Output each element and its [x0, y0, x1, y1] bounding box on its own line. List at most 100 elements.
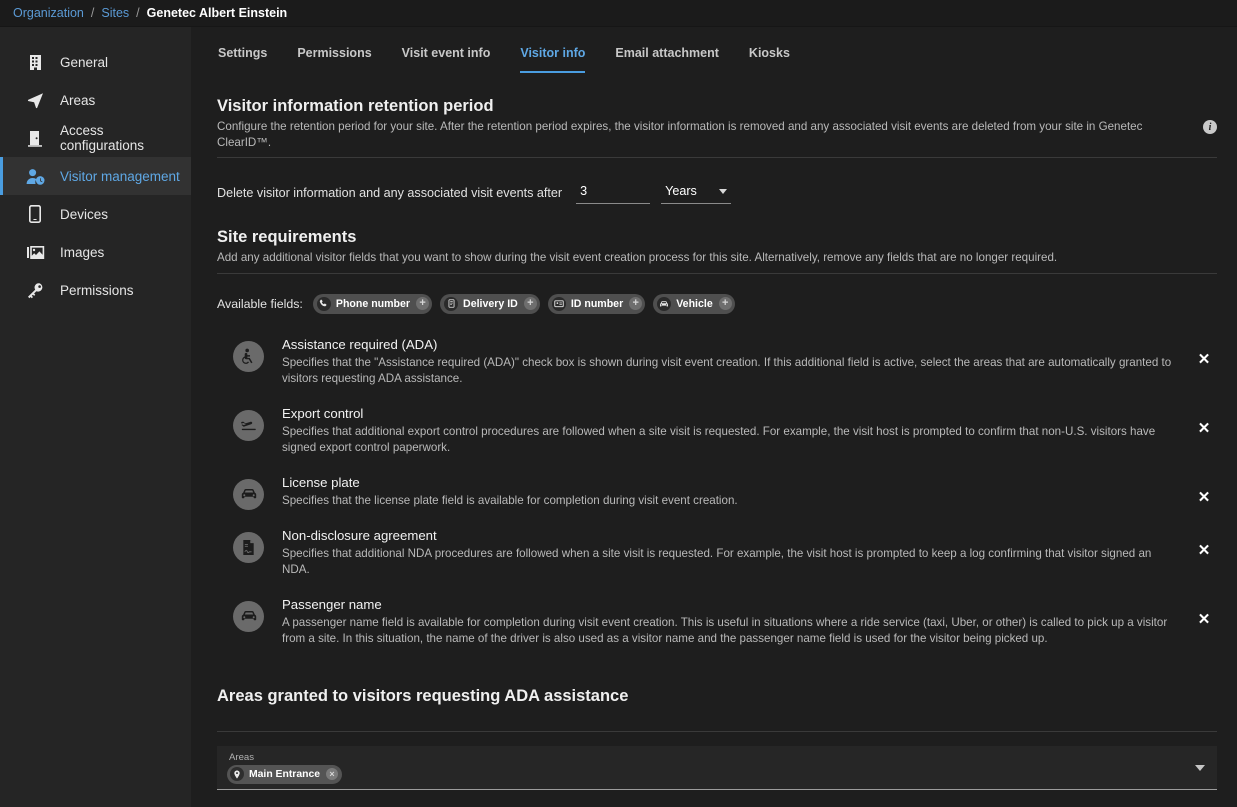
area-chip-label: Main Entrance [249, 769, 320, 780]
retention-value-input[interactable]: 3 [576, 181, 650, 204]
chip-label: Vehicle [676, 298, 713, 310]
person-clock-icon [24, 166, 46, 186]
breadcrumb-separator: / [91, 6, 94, 20]
requirement-title: License plate [282, 475, 1177, 490]
areas-granted-divider [217, 709, 1217, 733]
remove-requirement-button[interactable]: ✕ [1191, 541, 1217, 559]
requirement-description: Specifies that additional export control… [282, 424, 1177, 457]
sidebar-item-devices[interactable]: Devices [0, 195, 191, 233]
settings-content: Visitor information retention period Con… [191, 97, 1237, 790]
site-requirements-list: Assistance required (ADA) Specifies that… [217, 328, 1217, 657]
retention-description-text: Configure the retention period for your … [217, 119, 1193, 150]
breadcrumb-link-organization[interactable]: Organization [13, 6, 84, 20]
available-field-chip-delivery-id[interactable]: Delivery ID + [440, 294, 540, 314]
wheelchair-icon [233, 341, 264, 372]
retention-section-description: Configure the retention period for your … [217, 119, 1217, 158]
requirement-title: Non-disclosure agreement [282, 528, 1177, 543]
available-field-chip-id-number[interactable]: ID number + [548, 294, 645, 314]
site-requirements-title: Site requirements [217, 228, 1217, 247]
sidebar-item-label: Access configurations [60, 123, 191, 153]
tab-kiosks[interactable]: Kiosks [749, 46, 790, 73]
breadcrumb-link-sites[interactable]: Sites [101, 6, 129, 20]
requirement-title: Export control [282, 406, 1177, 421]
chevron-down-icon [719, 189, 727, 194]
tab-visit-event-info[interactable]: Visit event info [402, 46, 491, 73]
requirement-row-license-plate: License plate Specifies that the license… [217, 466, 1217, 519]
remove-requirement-button[interactable]: ✕ [1191, 610, 1217, 628]
sidebar-item-label: General [60, 55, 108, 70]
navigation-arrow-icon [24, 90, 46, 110]
car-icon [233, 601, 264, 632]
id-card-icon [552, 297, 566, 311]
area-chip-main-entrance[interactable]: Main Entrance × [227, 765, 342, 784]
requirement-row-export-control: Export control Specifies that additional… [217, 397, 1217, 466]
sidebar-item-visitor-management[interactable]: Visitor management [0, 157, 191, 195]
retention-period-row: Delete visitor information and any assoc… [217, 181, 1217, 204]
requirement-row-assistance-required: Assistance required (ADA) Specifies that… [217, 328, 1217, 397]
info-icon[interactable]: i [1203, 120, 1217, 134]
remove-requirement-button[interactable]: ✕ [1191, 419, 1217, 437]
areas-select-field[interactable]: Areas Main Entrance × [217, 746, 1217, 790]
sidebar-item-areas[interactable]: Areas [0, 81, 191, 119]
mobile-device-icon [24, 204, 46, 224]
add-field-icon[interactable]: + [416, 297, 429, 310]
retention-unit-value: Years [665, 184, 697, 198]
remove-requirement-button[interactable]: ✕ [1191, 488, 1217, 506]
car-icon [233, 479, 264, 510]
breadcrumb-separator: / [136, 6, 139, 20]
photos-icon [24, 242, 46, 262]
remove-requirement-button[interactable]: ✕ [1191, 350, 1217, 368]
sidebar-item-images[interactable]: Images [0, 233, 191, 271]
sidebar: General Areas Access configurations Visi… [0, 27, 191, 807]
tab-visitor-info[interactable]: Visitor info [520, 46, 585, 73]
chip-label: Phone number [336, 298, 410, 310]
phone-icon [317, 297, 331, 311]
chip-label: ID number [571, 298, 623, 310]
chevron-down-icon[interactable] [1195, 765, 1205, 771]
areas-granted-title: Areas granted to visitors requesting ADA… [217, 687, 1217, 706]
sidebar-item-label: Devices [60, 207, 108, 222]
sidebar-item-access-configurations[interactable]: Access configurations [0, 119, 191, 157]
available-fields-row: Available fields: Phone number + Deliver… [217, 294, 1217, 314]
requirement-title: Passenger name [282, 597, 1177, 612]
available-field-chip-vehicle[interactable]: Vehicle + [653, 294, 735, 314]
door-icon [24, 128, 46, 148]
building-icon [24, 52, 46, 72]
available-field-chip-phone-number[interactable]: Phone number + [313, 294, 432, 314]
site-requirements-description-text: Add any additional visitor fields that y… [217, 250, 1217, 266]
key-icon [24, 280, 46, 300]
areas-field-caption: Areas [229, 752, 342, 763]
requirement-description: A passenger name field is available for … [282, 615, 1177, 648]
document-signed-icon [233, 532, 264, 563]
remove-area-icon[interactable]: × [326, 768, 338, 780]
requirement-row-non-disclosure-agreement: Non-disclosure agreement Specifies that … [217, 519, 1217, 588]
requirement-description: Specifies that additional NDA procedures… [282, 546, 1177, 579]
location-pin-icon [230, 767, 244, 781]
retention-unit-select[interactable]: Years [661, 181, 731, 204]
tab-settings[interactable]: Settings [218, 46, 267, 73]
retention-section-title: Visitor information retention period [217, 97, 1217, 116]
sidebar-item-permissions[interactable]: Permissions [0, 271, 191, 309]
available-fields-label: Available fields: [217, 297, 303, 311]
tab-permissions[interactable]: Permissions [297, 46, 371, 73]
requirement-description: Specifies that the license plate field i… [282, 493, 1177, 509]
sidebar-item-label: Images [60, 245, 104, 260]
airplane-export-icon [233, 410, 264, 441]
requirement-title: Assistance required (ADA) [282, 337, 1177, 352]
add-field-icon[interactable]: + [719, 297, 732, 310]
sidebar-item-label: Areas [60, 93, 95, 108]
add-field-icon[interactable]: + [524, 297, 537, 310]
sidebar-item-label: Permissions [60, 283, 134, 298]
tab-bar: Settings Permissions Visit event info Vi… [191, 27, 1237, 73]
add-field-icon[interactable]: + [629, 297, 642, 310]
sidebar-item-general[interactable]: General [0, 43, 191, 81]
requirement-description: Specifies that the "Assistance required … [282, 355, 1177, 388]
chip-label: Delivery ID [463, 298, 518, 310]
breadcrumb: Organization / Sites / Genetec Albert Ei… [0, 0, 1237, 27]
retention-row-label: Delete visitor information and any assoc… [217, 186, 562, 200]
main-content: Settings Permissions Visit event info Vi… [191, 27, 1237, 807]
car-icon [657, 297, 671, 311]
package-icon [444, 297, 458, 311]
site-requirements-description: Add any additional visitor fields that y… [217, 250, 1217, 274]
tab-email-attachment[interactable]: Email attachment [615, 46, 719, 73]
